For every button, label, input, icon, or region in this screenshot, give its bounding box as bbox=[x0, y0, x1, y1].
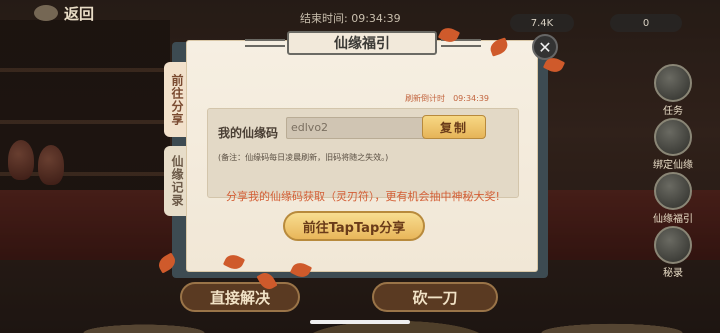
resource-counter-a: 7.4K bbox=[510, 14, 574, 32]
cloud-back-icon bbox=[34, 5, 58, 21]
code-label: 我的仙缘码 bbox=[218, 126, 279, 140]
side-item-fortune[interactable]: 仙缘福引 bbox=[650, 172, 696, 225]
fortune-dialog: 仙缘福引 刷新倒计时 09:34:39 我的仙缘码 edlvo2 复制 (备注：仙… bbox=[186, 31, 538, 272]
scroll-icon bbox=[654, 64, 692, 102]
fortune-icon bbox=[654, 172, 692, 210]
code-panel: 我的仙缘码 edlvo2 复制 (备注：仙缘码每日凌晨刷新，旧码将随之失效。) bbox=[207, 108, 519, 198]
countdown-label: 刷新倒计时 bbox=[405, 94, 446, 103]
promo-text: 分享我的仙缘码获取（灵刃符），更有机会抽中神秘大奖! bbox=[226, 190, 500, 203]
code-note: (备注：仙缘码每日凌晨刷新，旧码将随之失效。) bbox=[218, 153, 389, 162]
end-time: 结束时间: 09:34:39 bbox=[300, 12, 401, 25]
direct-solve-button[interactable]: 直接解决 bbox=[180, 282, 300, 312]
side-item-task[interactable]: 任务 bbox=[650, 64, 696, 117]
copy-button[interactable]: 复制 bbox=[422, 115, 486, 139]
back-button[interactable]: 返回 bbox=[34, 2, 94, 24]
title-decoration-left bbox=[245, 39, 285, 47]
dialog-title: 仙缘福引 bbox=[287, 31, 437, 55]
taptap-share-button[interactable]: 前往TapTap分享 bbox=[283, 211, 425, 241]
back-label: 返回 bbox=[64, 4, 95, 23]
resource-counter-b: 0 bbox=[610, 14, 682, 32]
home-indicator bbox=[310, 320, 410, 324]
side-item-bind[interactable]: 绑定仙缘 bbox=[650, 118, 696, 171]
bind-icon bbox=[654, 118, 692, 156]
book-icon bbox=[654, 226, 692, 264]
close-icon[interactable]: ✕ bbox=[532, 34, 558, 60]
cut-once-button[interactable]: 砍一刀 bbox=[372, 282, 498, 312]
code-field[interactable]: edlvo2 bbox=[286, 117, 426, 139]
side-item-record[interactable]: 秘录 bbox=[650, 226, 696, 279]
refresh-countdown: 刷新倒计时 09:34:39 bbox=[405, 93, 489, 104]
countdown-value: 09:34:39 bbox=[453, 94, 489, 103]
